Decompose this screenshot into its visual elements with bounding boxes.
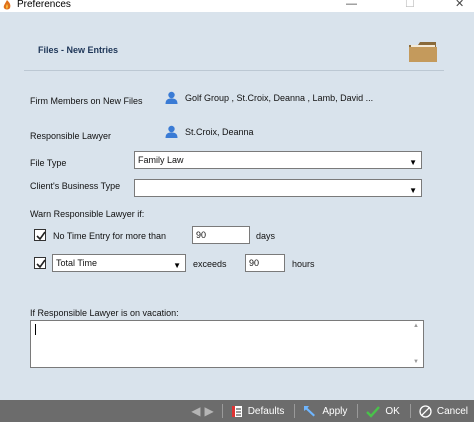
person-icon xyxy=(165,125,178,138)
calendar-icon xyxy=(231,405,242,417)
vacation-textarea[interactable]: ▲ ▼ xyxy=(30,320,424,368)
window-title: Preferences xyxy=(17,0,71,10)
ok-check-icon xyxy=(366,405,381,418)
ok-label: OK xyxy=(385,405,400,417)
apply-icon xyxy=(304,405,316,416)
defaults-label: Defaults xyxy=(247,405,285,417)
no-time-entry-days-input[interactable]: 90 xyxy=(192,226,250,244)
no-time-entry-days-value: 90 xyxy=(196,230,207,240)
scroll-down-icon[interactable]: ▼ xyxy=(413,359,419,365)
no-time-entry-label: No Time Entry for more than xyxy=(53,231,167,241)
ok-button[interactable]: OK xyxy=(366,405,400,418)
title-bar: Preferences — ☐ ✕ xyxy=(0,0,474,12)
section-title: Files - New Entries xyxy=(38,45,119,55)
cancel-button[interactable]: Cancel xyxy=(419,404,468,418)
firm-members-label: Firm Members on New Files xyxy=(30,96,143,106)
cancel-icon xyxy=(419,404,432,418)
maximize-button[interactable]: ☐ xyxy=(405,0,415,10)
arrow-right-icon[interactable]: ▶ xyxy=(204,404,213,418)
text-caret xyxy=(35,324,36,335)
chevron-down-icon: ▼ xyxy=(173,261,181,270)
apply-button[interactable]: Apply xyxy=(303,405,347,418)
responsible-lawyer-label: Responsible Lawyer xyxy=(30,131,112,141)
time-measure-value: Total Time xyxy=(56,258,98,268)
total-time-hours-value: 90 xyxy=(249,258,260,268)
footer-toolbar: ◀ ▶ Defaults Apply OK Cancel xyxy=(0,400,474,422)
footer-divider xyxy=(409,404,411,418)
footer-divider xyxy=(357,404,359,418)
app-icon xyxy=(3,0,11,10)
no-time-entry-checkbox[interactable] xyxy=(34,229,46,241)
days-unit-label: days xyxy=(256,231,276,241)
cancel-label: Cancel xyxy=(436,405,468,417)
exceeds-label: exceeds xyxy=(193,259,227,269)
footer-divider xyxy=(294,404,296,418)
scroll-up-icon[interactable]: ▲ xyxy=(413,323,419,329)
check-icon xyxy=(36,259,46,269)
file-type-label: File Type xyxy=(30,158,67,168)
firm-members-value[interactable]: Golf Group , St.Croix, Deanna , Lamb, Da… xyxy=(185,93,373,103)
chevron-down-icon: ▼ xyxy=(409,186,417,195)
header-divider xyxy=(24,70,444,71)
close-button[interactable]: ✕ xyxy=(455,0,464,10)
business-type-label: Client's Business Type xyxy=(30,181,121,191)
footer-divider xyxy=(221,404,223,418)
time-measure-select[interactable]: Total Time ▼ xyxy=(52,254,186,272)
person-icon xyxy=(165,91,178,104)
business-type-select[interactable]: ▼ xyxy=(134,179,422,197)
arrow-left-icon[interactable]: ◀ xyxy=(191,404,200,418)
warn-label: Warn Responsible Lawyer if: xyxy=(30,209,145,219)
total-time-hours-input[interactable]: 90 xyxy=(245,254,285,272)
file-type-value: Family Law xyxy=(138,155,184,165)
defaults-button[interactable]: Defaults xyxy=(231,405,285,418)
minimize-button[interactable]: — xyxy=(346,0,357,10)
folder-icon xyxy=(409,42,437,62)
hours-unit-label: hours xyxy=(292,259,315,269)
chevron-down-icon: ▼ xyxy=(409,158,417,167)
total-time-checkbox[interactable] xyxy=(34,257,46,269)
apply-label: Apply xyxy=(322,405,348,417)
vacation-label: If Responsible Lawyer is on vacation: xyxy=(30,308,179,318)
check-icon xyxy=(36,231,46,241)
responsible-lawyer-value[interactable]: St.Croix, Deanna xyxy=(185,127,254,137)
file-type-select[interactable]: Family Law ▼ xyxy=(134,151,422,169)
